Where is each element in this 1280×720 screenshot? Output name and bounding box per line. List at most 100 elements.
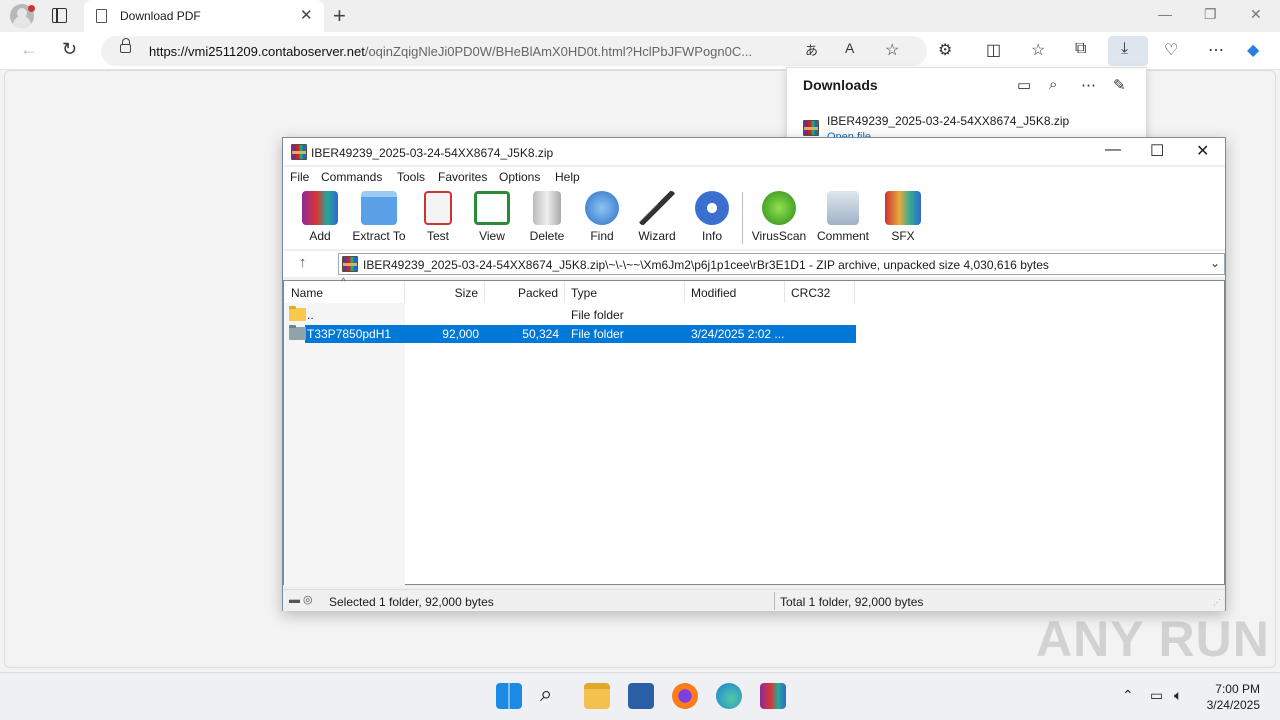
close-tab-icon[interactable]: ✕ (300, 6, 313, 24)
chevron-down-icon[interactable]: ⌄ (1210, 256, 1220, 270)
watermark: ANY RUN (1036, 611, 1270, 667)
extensions-icon[interactable]: ⚙ (938, 40, 952, 60)
comment-button[interactable]: Comment (813, 191, 873, 249)
collections-icon[interactable]: ⧉ (1075, 40, 1086, 58)
refresh-button[interactable]: ↻ (62, 39, 77, 60)
view-button[interactable]: View (462, 191, 522, 249)
wizard-button[interactable]: Wizard (627, 191, 687, 249)
network-icon[interactable]: ▭ (1150, 687, 1163, 704)
file-explorer-icon[interactable] (584, 683, 610, 709)
tab-actions-icon[interactable] (52, 8, 67, 23)
close-window-button[interactable]: ✕ (1250, 6, 1262, 23)
menu-tools[interactable]: Tools (397, 170, 425, 184)
find-magnifier-icon (585, 191, 619, 225)
split-screen-icon[interactable]: ◫ (986, 40, 1001, 60)
add-label: Add (309, 229, 331, 243)
windows-start-icon[interactable] (496, 683, 522, 709)
extract-label: Extract To (352, 229, 406, 243)
read-aloud-icon[interactable]: A (845, 40, 854, 56)
search-icon[interactable]: ⌕ (540, 681, 566, 707)
back-button[interactable]: ← (20, 39, 38, 60)
drive-icon[interactable]: ▬ ◎ (289, 593, 313, 606)
menu-options[interactable]: Options (499, 170, 540, 184)
row-size: 92,000 (442, 327, 479, 341)
file-list: Name ^ Size Packed Type Modified CRC32 .… (283, 277, 1225, 586)
browser-essentials-icon[interactable]: ♡ (1164, 40, 1178, 60)
column-crc32[interactable]: CRC32 (785, 281, 855, 303)
winrar-close-button[interactable]: ✕ (1196, 141, 1209, 161)
extract-folder-icon (361, 191, 397, 225)
more-menu-icon[interactable]: ⋯ (1208, 40, 1224, 60)
favorites-icon[interactable]: ☆ (1031, 40, 1045, 60)
find-button[interactable]: Find (572, 191, 632, 249)
column-size[interactable]: Size (405, 281, 485, 303)
view-label: View (479, 229, 505, 243)
winrar-menu-bar: File Commands Tools Favorites Options He… (283, 167, 1225, 187)
firefox-icon[interactable] (672, 683, 698, 709)
column-type[interactable]: Type (565, 281, 685, 303)
new-tab-button[interactable]: + (333, 3, 346, 29)
column-packed[interactable]: Packed (485, 281, 565, 303)
pin-icon[interactable]: ✎ (1113, 76, 1126, 94)
winrar-title: IBER49239_2025-03-24-54XX8674_J5K8.zip (311, 146, 554, 160)
browser-tab[interactable]: Download PDF ✕ (84, 0, 324, 32)
resize-grip-icon[interactable]: ⋰ (1213, 598, 1221, 607)
view-book-icon (474, 191, 510, 225)
row-type: File folder (571, 327, 624, 341)
wizard-wand-icon (639, 191, 675, 225)
more-options-icon[interactable]: ⋯ (1081, 76, 1096, 94)
chevron-up-icon[interactable]: ⌃ (1122, 687, 1134, 704)
browser-tab-bar: Download PDF ✕ + — ❐ ✕ (0, 0, 1280, 32)
open-folder-icon[interactable]: ▭ (1017, 76, 1031, 94)
virusscan-button[interactable]: VirusScan (749, 191, 809, 249)
lock-icon[interactable] (120, 38, 131, 53)
wizard-label: Wizard (638, 229, 676, 243)
row-packed: 50,324 (522, 327, 559, 341)
translate-icon[interactable]: あ (805, 40, 818, 59)
url-text[interactable]: https://vmi2511209.contaboserver.net/oqi… (149, 44, 789, 59)
test-button[interactable]: Test (408, 191, 468, 249)
path-text: IBER49239_2025-03-24-54XX8674_J5K8.zip\~… (363, 258, 1049, 272)
test-clipboard-icon (424, 191, 452, 225)
column-modified[interactable]: Modified (685, 281, 785, 303)
download-file-name[interactable]: IBER49239_2025-03-24-54XX8674_J5K8.zip (827, 114, 1069, 128)
path-bar: ↑ IBER49239_2025-03-24-54XX8674_J5K8.zip… (283, 251, 1225, 277)
virusscan-bug-icon (762, 191, 796, 225)
comment-label: Comment (816, 229, 869, 243)
menu-help[interactable]: Help (555, 170, 580, 184)
path-field[interactable]: IBER49239_2025-03-24-54XX8674_J5K8.zip\~… (338, 253, 1225, 275)
menu-commands[interactable]: Commands (321, 170, 382, 184)
table-row-selected[interactable]: T33P7850pdH1 92,000 50,324 File folder 3… (284, 325, 856, 343)
copilot-icon[interactable]: ◆ (1247, 40, 1259, 60)
favorite-star-icon[interactable]: ☆ (885, 40, 899, 60)
toolbar-separator (742, 192, 743, 244)
row-name: T33P7850pdH1 (307, 327, 392, 341)
row-modified: 3/24/2025 2:02 ... (691, 327, 785, 341)
volume-icon[interactable]: 🔈︎ (1174, 687, 1182, 704)
add-button[interactable]: Add (290, 191, 350, 249)
search-icon[interactable]: ⌕ (1049, 76, 1057, 93)
winrar-minimize-button[interactable]: — (1105, 141, 1121, 159)
downloads-panel: Downloads ▭ ⌕ ⋯ ✎ IBER49239_2025-03-24-5… (786, 67, 1147, 147)
status-total: Total 1 folder, 92,000 bytes (780, 595, 924, 609)
table-row-parent[interactable]: .. File folder (284, 306, 856, 324)
menu-favorites[interactable]: Favorites (438, 170, 487, 184)
edge-icon[interactable] (716, 683, 742, 709)
restore-button[interactable]: ❐ (1204, 6, 1217, 23)
winrar-maximize-button[interactable]: ☐ (1150, 141, 1164, 161)
folder-icon (289, 306, 306, 321)
row-name: .. (307, 308, 314, 322)
menu-file[interactable]: File (290, 170, 309, 184)
info-button[interactable]: Info (682, 191, 742, 249)
comment-icon (827, 191, 859, 225)
clock[interactable]: 7:00 PM 3/24/2025 (1207, 681, 1260, 713)
delete-button[interactable]: Delete (517, 191, 577, 249)
download-icon[interactable]: ⤓ (1121, 40, 1128, 58)
up-folder-icon[interactable]: ↑ (299, 254, 307, 271)
minimize-button[interactable]: — (1158, 6, 1172, 22)
column-name[interactable]: Name (291, 281, 405, 303)
extract-to-button[interactable]: Extract To (349, 191, 409, 249)
store-icon[interactable] (628, 683, 654, 709)
winrar-taskbar-icon[interactable] (760, 683, 786, 709)
sfx-button[interactable]: SFX (873, 191, 933, 249)
